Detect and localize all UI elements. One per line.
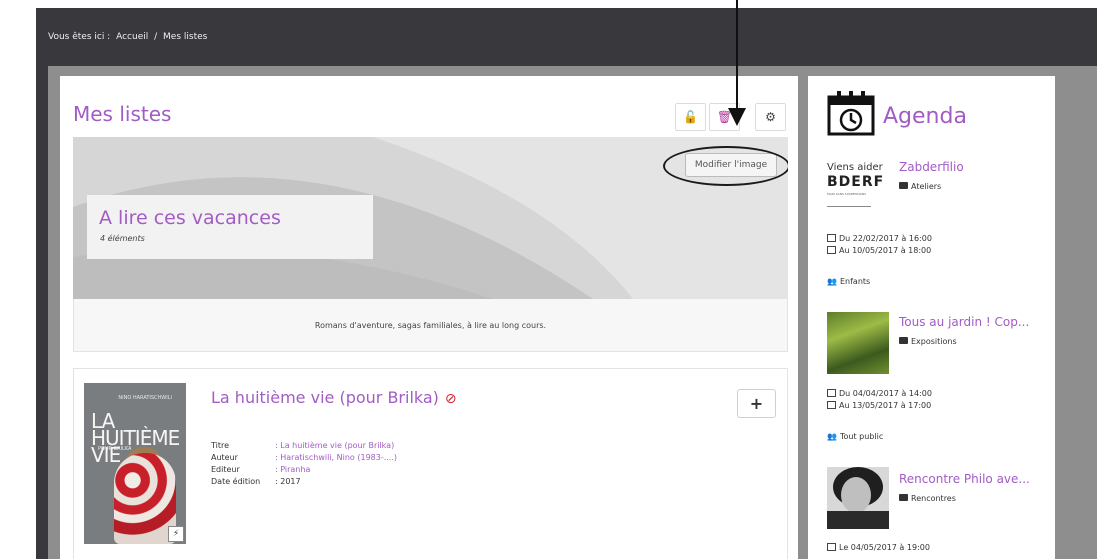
book-cover[interactable]: NINO HARATISCHWILI LA HUITIÈME VIE POUR … (84, 383, 186, 544)
portrait-body (827, 511, 889, 529)
meta-value-link[interactable]: : Piranha (275, 465, 310, 474)
date-text: Au 13/05/2017 à 17:00 (839, 401, 932, 410)
date-text: Du 22/02/2017 à 16:00 (839, 234, 932, 243)
gear-icon: ⚙ (765, 110, 776, 124)
date-text: Du 04/04/2017 à 14:00 (839, 389, 932, 398)
users-icon: 👥 (827, 277, 837, 286)
unlock-button[interactable]: 🔓 (675, 103, 706, 131)
calendar-icon (827, 543, 836, 551)
thumb-text: Viens aider (827, 162, 883, 173)
audience-text: Tout public (839, 432, 884, 441)
book-metadata: Titre : La huitième vie (pour Brilka) Au… (211, 439, 397, 487)
event-category-label: Expositions (911, 337, 957, 346)
annotation-ellipse (663, 146, 788, 186)
list-banner: A lire ces vacances 4 éléments Modifier … (73, 137, 788, 299)
unlock-icon: 🔓 (683, 110, 698, 124)
agenda-header: Agenda (827, 90, 967, 136)
event-title-link[interactable]: Rencontre Philo ave... (899, 472, 1030, 486)
breadcrumb-current: Mes listes (163, 32, 208, 42)
portrait-face (841, 477, 871, 513)
list-description: Romans d'aventure, sagas familiales, à l… (73, 299, 788, 352)
thumb-small-text: MAIN SANS SUSPENSIONS (827, 192, 867, 196)
cover-subtitle: POUR BRILKA (98, 446, 132, 452)
page-title: Mes listes (73, 102, 172, 126)
calendar-icon (827, 234, 836, 242)
date-text: Au 10/05/2017 à 18:00 (839, 246, 932, 255)
event-category-label: Rencontres (911, 494, 956, 503)
event-audience: 👥 Enfants (827, 277, 870, 286)
event-thumbnail[interactable]: Viens aider BDERF MAIN SANS SUSPENSIONS (827, 162, 891, 222)
meta-value-link[interactable]: : Haratischwili, Nino (1983-....) (275, 453, 397, 462)
users-icon: 👥 (827, 432, 837, 441)
calendar-icon (827, 246, 836, 254)
book-title-row: La huitième vie (pour Brilka) ⊘ (211, 388, 457, 407)
event-date-to: Au 13/05/2017 à 17:00 (827, 401, 932, 413)
agenda-panel: Agenda Viens aider BDERF MAIN SANS SUSPE… (808, 76, 1055, 559)
event-date-single: Le 04/05/2017 à 19:00 (827, 543, 930, 555)
meta-label: Editeur (211, 464, 240, 474)
meta-row-date: Date édition : 2017 (211, 475, 397, 487)
annotation-arrow-line (736, 0, 738, 110)
breadcrumb-separator: / (154, 32, 158, 42)
meta-row-publisher: Editeur : Piranha (211, 463, 397, 475)
event-thumbnail[interactable] (827, 312, 889, 374)
meta-row-author: Auteur : Haratischwili, Nino (1983-....) (211, 451, 397, 463)
calendar-icon (827, 401, 836, 409)
event-date-from: Du 04/04/2017 à 14:00 (827, 389, 932, 401)
event-title-link[interactable]: Tous au jardin ! Cop... (899, 315, 1029, 329)
lists-panel: Mes listes 🔓 🗑 ⚙ A lire ces vacances 4 é… (60, 76, 798, 559)
list-name[interactable]: A lire ces vacances (99, 207, 281, 229)
breadcrumb: Vous êtes ici : Accueil / Mes listes (48, 32, 210, 42)
event-category-label: Ateliers (911, 182, 942, 191)
audience-text: Enfants (839, 277, 871, 286)
thumb-logo-text: BDERF (827, 174, 885, 190)
event-dates: Du 04/04/2017 à 14:00 Au 13/05/2017 à 17… (827, 389, 932, 413)
annotation-arrow-head (728, 108, 746, 126)
meta-value: : 2017 (275, 476, 301, 486)
cover-figure (114, 453, 176, 544)
list-item: NINO HARATISCHWILI LA HUITIÈME VIE POUR … (73, 368, 788, 559)
cover-author: NINO HARATISCHWILI (118, 395, 172, 401)
add-to-list-button[interactable]: + (737, 389, 776, 418)
settings-button[interactable]: ⚙ (755, 103, 786, 131)
event-audience: 👥 Tout public (827, 432, 883, 441)
meta-label: Titre (211, 440, 230, 450)
meta-value-link[interactable]: : La huitième vie (pour Brilka) (275, 441, 394, 450)
list-item-count: 4 éléments (100, 234, 145, 243)
event-category: Ateliers (899, 182, 941, 191)
event-title-link[interactable]: Zabderfilio (899, 160, 964, 174)
page: Vous êtes ici : Accueil / Mes listes Mes… (0, 0, 1097, 559)
meta-label: Auteur (211, 452, 238, 462)
breadcrumb-prefix: Vous êtes ici : (48, 32, 111, 42)
event-date-to: Au 10/05/2017 à 18:00 (827, 246, 932, 258)
event-category: Expositions (899, 337, 957, 346)
book-title-link[interactable]: La huitième vie (pour Brilka) (211, 388, 439, 407)
flash-icon[interactable]: ⚡ (168, 526, 184, 542)
breadcrumb-home-link[interactable]: Accueil (116, 32, 148, 42)
calendar-icon (827, 91, 875, 136)
meta-label: Date édition (211, 476, 261, 486)
folder-icon (899, 182, 908, 189)
no-entry-icon: ⊘ (444, 391, 457, 407)
date-text: Le 04/05/2017 à 19:00 (839, 543, 930, 552)
calendar-icon (827, 389, 836, 397)
event-dates: Du 22/02/2017 à 16:00 Au 10/05/2017 à 18… (827, 234, 932, 258)
thumb-divider (827, 206, 871, 207)
event-date-from: Du 22/02/2017 à 16:00 (827, 234, 932, 246)
event-dates: Le 04/05/2017 à 19:00 (827, 543, 930, 555)
folder-icon (899, 494, 908, 501)
event-thumbnail[interactable] (827, 467, 889, 529)
event-category: Rencontres (899, 494, 956, 503)
agenda-title: Agenda (883, 103, 967, 129)
folder-icon (899, 337, 908, 344)
meta-row-title: Titre : La huitième vie (pour Brilka) (211, 439, 397, 451)
